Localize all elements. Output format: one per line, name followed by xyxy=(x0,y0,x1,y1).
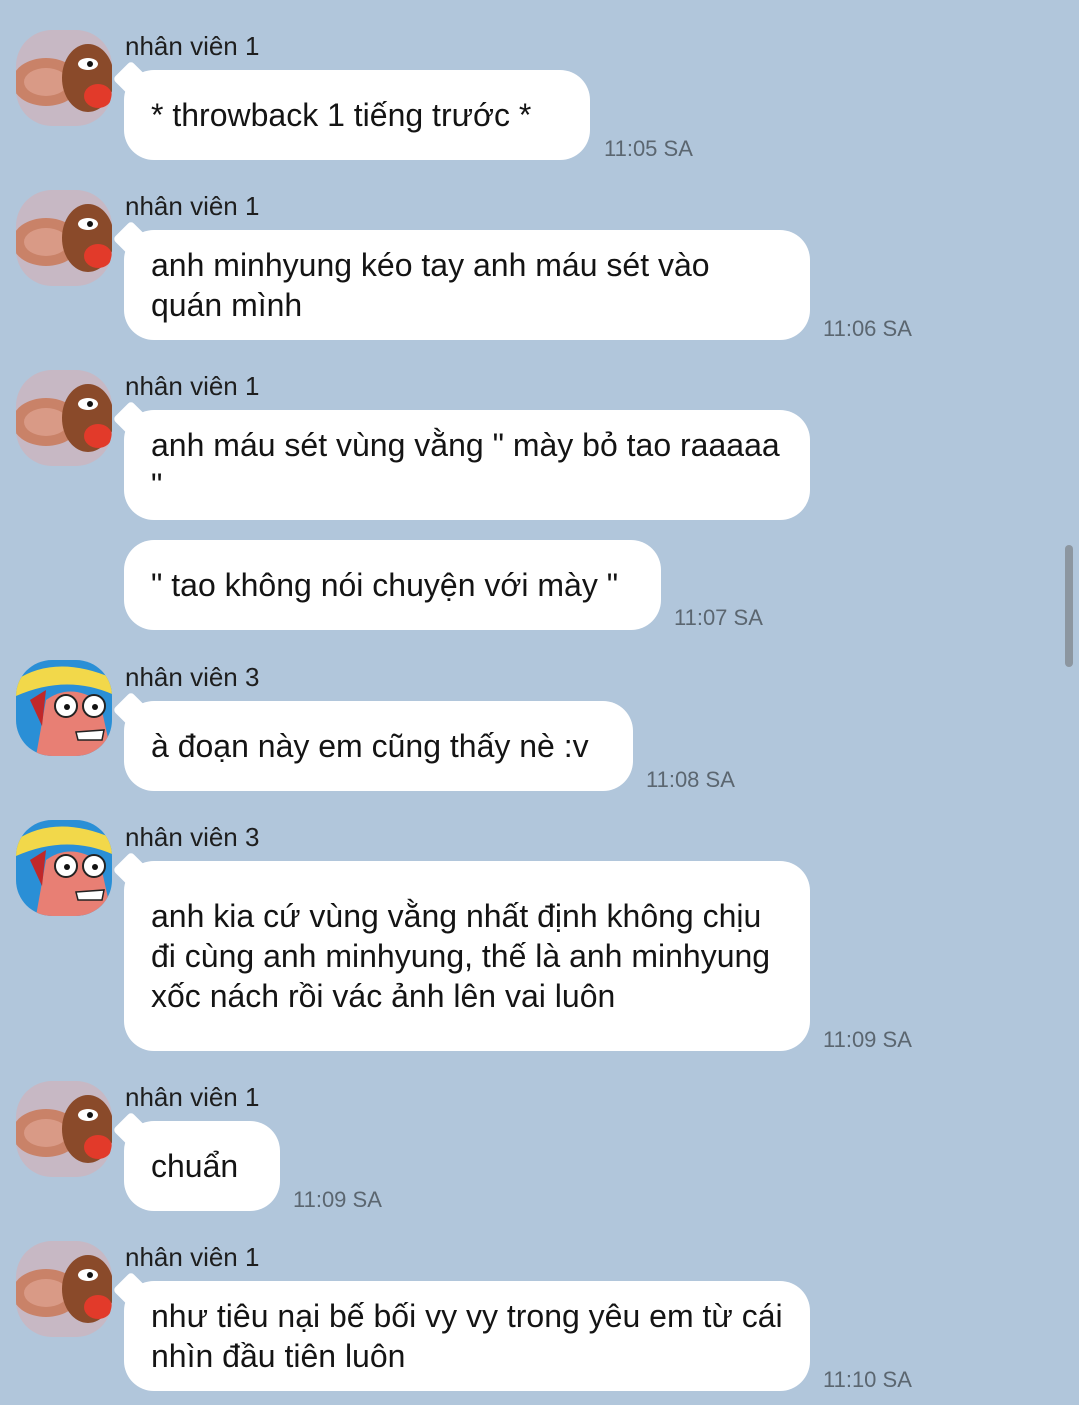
message-text: anh kia cứ vùng vằng nhất định không chị… xyxy=(151,898,771,1014)
message-bubble[interactable]: à đoạn này em cũng thấy nè :v xyxy=(124,701,633,791)
sender-name: nhân viên 3 xyxy=(125,662,260,692)
message-text: anh minhyung kéo tay anh máu sét vào quá… xyxy=(151,247,710,323)
message-time: 11:07 SA xyxy=(674,605,763,630)
message-bubble[interactable]: như tiêu nại bế bối vy vy trong yêu em t… xyxy=(124,1281,810,1391)
message-bubble[interactable]: " tao không nói chuyện với mày " xyxy=(124,540,661,630)
starfish-avatar-icon[interactable] xyxy=(16,660,112,756)
sender-name: nhân viên 1 xyxy=(125,371,260,401)
mouse-avatar-icon[interactable] xyxy=(16,1081,112,1177)
mouse-avatar-icon[interactable] xyxy=(16,30,112,126)
sender-name: nhân viên 1 xyxy=(125,191,260,221)
message-bubble[interactable]: anh minhyung kéo tay anh máu sét vào quá… xyxy=(124,230,810,340)
message-time: 11:05 SA xyxy=(604,136,693,161)
message-text: như tiêu nại bế bối vy vy trong yêu em t… xyxy=(151,1298,783,1374)
mouse-avatar-icon[interactable] xyxy=(16,190,112,286)
sender-name: nhân viên 1 xyxy=(125,31,260,61)
message-time: 11:10 SA xyxy=(823,1367,912,1392)
sender-name: nhân viên 1 xyxy=(125,1242,260,1272)
message-text: " tao không nói chuyện với mày " xyxy=(151,567,619,603)
message-bubble[interactable]: anh máu sét vùng vằng " mày bỏ tao raaaa… xyxy=(124,410,810,520)
message-text: * throwback 1 tiếng trước * xyxy=(151,97,532,133)
message-bubble[interactable]: anh kia cứ vùng vằng nhất định không chị… xyxy=(124,861,810,1051)
scrollbar-thumb[interactable] xyxy=(1065,545,1073,667)
sender-name: nhân viên 3 xyxy=(125,822,260,852)
message-time: 11:09 SA xyxy=(823,1027,912,1052)
message-bubble[interactable]: * throwback 1 tiếng trước * xyxy=(124,70,590,160)
message-bubble[interactable]: chuẩn xyxy=(124,1121,280,1211)
mouse-avatar-icon[interactable] xyxy=(16,370,112,466)
message-text: chuẩn xyxy=(151,1148,239,1184)
mouse-avatar-icon[interactable] xyxy=(16,1241,112,1337)
message-text: anh máu sét vùng vằng " mày bỏ tao raaaa… xyxy=(151,427,780,503)
message-time: 11:06 SA xyxy=(823,316,912,341)
starfish-avatar-icon[interactable] xyxy=(16,820,112,916)
message-text: à đoạn này em cũng thấy nè :v xyxy=(151,728,589,764)
message-time: 11:08 SA xyxy=(646,767,735,792)
message-time: 11:09 SA xyxy=(293,1187,382,1212)
sender-name: nhân viên 1 xyxy=(125,1082,260,1112)
